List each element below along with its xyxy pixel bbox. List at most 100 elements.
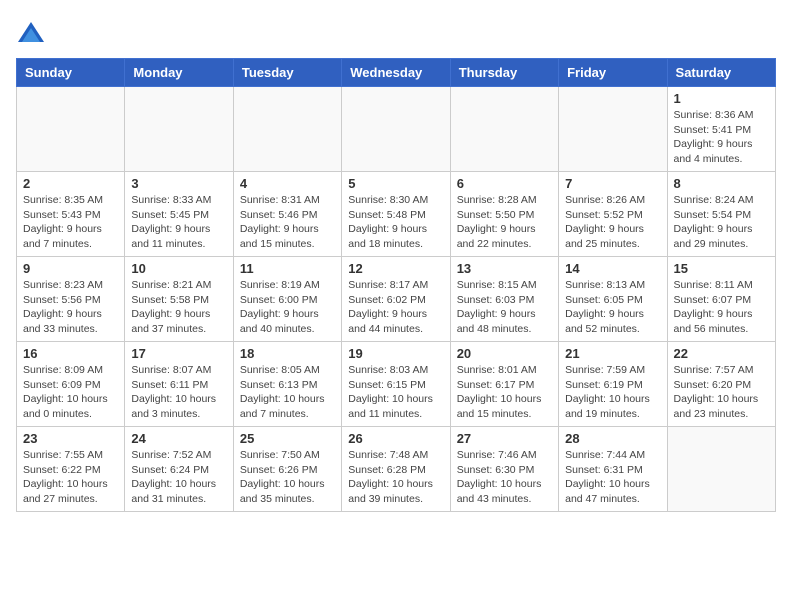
calendar-cell: 28 Sunrise: 7:44 AM Sunset: 6:31 PM Dayli…: [559, 427, 667, 512]
day-info: Sunrise: 8:21 AM Sunset: 5:58 PM Dayligh…: [131, 278, 226, 337]
logo: [16, 20, 50, 50]
weekday-header: Thursday: [450, 59, 558, 87]
day-number: 22: [674, 346, 769, 361]
day-number: 13: [457, 261, 552, 276]
calendar-cell: [233, 87, 341, 172]
calendar-header-row: SundayMondayTuesdayWednesdayThursdayFrid…: [17, 59, 776, 87]
weekday-header: Tuesday: [233, 59, 341, 87]
day-info: Sunrise: 7:59 AM Sunset: 6:19 PM Dayligh…: [565, 363, 660, 422]
day-number: 28: [565, 431, 660, 446]
calendar-cell: 4 Sunrise: 8:31 AM Sunset: 5:46 PM Daylig…: [233, 172, 341, 257]
weekday-header: Wednesday: [342, 59, 450, 87]
calendar-cell: 21 Sunrise: 7:59 AM Sunset: 6:19 PM Dayli…: [559, 342, 667, 427]
day-info: Sunrise: 7:44 AM Sunset: 6:31 PM Dayligh…: [565, 448, 660, 507]
day-info: Sunrise: 8:17 AM Sunset: 6:02 PM Dayligh…: [348, 278, 443, 337]
calendar-cell: 9 Sunrise: 8:23 AM Sunset: 5:56 PM Daylig…: [17, 257, 125, 342]
week-row: 1 Sunrise: 8:36 AM Sunset: 5:41 PM Daylig…: [17, 87, 776, 172]
day-number: 3: [131, 176, 226, 191]
calendar-cell: 19 Sunrise: 8:03 AM Sunset: 6:15 PM Dayli…: [342, 342, 450, 427]
calendar-cell: 6 Sunrise: 8:28 AM Sunset: 5:50 PM Daylig…: [450, 172, 558, 257]
weekday-header: Saturday: [667, 59, 775, 87]
calendar-cell: 22 Sunrise: 7:57 AM Sunset: 6:20 PM Dayli…: [667, 342, 775, 427]
calendar-cell: 23 Sunrise: 7:55 AM Sunset: 6:22 PM Dayli…: [17, 427, 125, 512]
calendar-cell: [559, 87, 667, 172]
day-number: 18: [240, 346, 335, 361]
day-info: Sunrise: 7:50 AM Sunset: 6:26 PM Dayligh…: [240, 448, 335, 507]
day-info: Sunrise: 7:48 AM Sunset: 6:28 PM Dayligh…: [348, 448, 443, 507]
day-number: 7: [565, 176, 660, 191]
day-info: Sunrise: 7:57 AM Sunset: 6:20 PM Dayligh…: [674, 363, 769, 422]
calendar-cell: 12 Sunrise: 8:17 AM Sunset: 6:02 PM Dayli…: [342, 257, 450, 342]
calendar-cell: 18 Sunrise: 8:05 AM Sunset: 6:13 PM Dayli…: [233, 342, 341, 427]
day-info: Sunrise: 8:23 AM Sunset: 5:56 PM Dayligh…: [23, 278, 118, 337]
day-info: Sunrise: 8:19 AM Sunset: 6:00 PM Dayligh…: [240, 278, 335, 337]
header: [16, 16, 776, 50]
calendar-cell: 16 Sunrise: 8:09 AM Sunset: 6:09 PM Dayli…: [17, 342, 125, 427]
day-info: Sunrise: 8:11 AM Sunset: 6:07 PM Dayligh…: [674, 278, 769, 337]
day-number: 24: [131, 431, 226, 446]
day-number: 11: [240, 261, 335, 276]
day-number: 20: [457, 346, 552, 361]
calendar-cell: 24 Sunrise: 7:52 AM Sunset: 6:24 PM Dayli…: [125, 427, 233, 512]
day-number: 5: [348, 176, 443, 191]
day-number: 14: [565, 261, 660, 276]
calendar-cell: 3 Sunrise: 8:33 AM Sunset: 5:45 PM Daylig…: [125, 172, 233, 257]
calendar-cell: 14 Sunrise: 8:13 AM Sunset: 6:05 PM Dayli…: [559, 257, 667, 342]
day-info: Sunrise: 8:30 AM Sunset: 5:48 PM Dayligh…: [348, 193, 443, 252]
day-info: Sunrise: 8:36 AM Sunset: 5:41 PM Dayligh…: [674, 108, 769, 167]
weekday-header: Sunday: [17, 59, 125, 87]
calendar-cell: 17Sunrise: 8:07 AM Sunset: 6:11 PM Dayli…: [125, 342, 233, 427]
day-number: 9: [23, 261, 118, 276]
calendar-cell: [450, 87, 558, 172]
day-number: 8: [674, 176, 769, 191]
calendar-cell: 13 Sunrise: 8:15 AM Sunset: 6:03 PM Dayli…: [450, 257, 558, 342]
calendar-cell: 10 Sunrise: 8:21 AM Sunset: 5:58 PM Dayli…: [125, 257, 233, 342]
day-info: Sunrise: 8:03 AM Sunset: 6:15 PM Dayligh…: [348, 363, 443, 422]
day-info: Sunrise: 8:33 AM Sunset: 5:45 PM Dayligh…: [131, 193, 226, 252]
day-info: Sunrise: 8:09 AM Sunset: 6:09 PM Dayligh…: [23, 363, 118, 422]
day-number: 23: [23, 431, 118, 446]
logo-icon: [16, 20, 46, 50]
calendar: SundayMondayTuesdayWednesdayThursdayFrid…: [16, 58, 776, 512]
day-number: 12: [348, 261, 443, 276]
day-number: 26: [348, 431, 443, 446]
day-number: 16: [23, 346, 118, 361]
week-row: 9 Sunrise: 8:23 AM Sunset: 5:56 PM Daylig…: [17, 257, 776, 342]
weekday-header: Friday: [559, 59, 667, 87]
week-row: 16 Sunrise: 8:09 AM Sunset: 6:09 PM Dayli…: [17, 342, 776, 427]
day-info: Sunrise: 8:05 AM Sunset: 6:13 PM Dayligh…: [240, 363, 335, 422]
day-number: 4: [240, 176, 335, 191]
day-info: Sunrise: 8:01 AM Sunset: 6:17 PM Dayligh…: [457, 363, 552, 422]
day-info: Sunrise: 8:26 AM Sunset: 5:52 PM Dayligh…: [565, 193, 660, 252]
day-number: 2: [23, 176, 118, 191]
calendar-cell: [17, 87, 125, 172]
day-info: Sunrise: 7:55 AM Sunset: 6:22 PM Dayligh…: [23, 448, 118, 507]
week-row: 23 Sunrise: 7:55 AM Sunset: 6:22 PM Dayli…: [17, 427, 776, 512]
day-number: 17: [131, 346, 226, 361]
calendar-cell: 20 Sunrise: 8:01 AM Sunset: 6:17 PM Dayli…: [450, 342, 558, 427]
day-number: 10: [131, 261, 226, 276]
calendar-cell: [342, 87, 450, 172]
calendar-cell: 27Sunrise: 7:46 AM Sunset: 6:30 PM Dayli…: [450, 427, 558, 512]
calendar-cell: 2Sunrise: 8:35 AM Sunset: 5:43 PM Daylig…: [17, 172, 125, 257]
day-info: Sunrise: 8:28 AM Sunset: 5:50 PM Dayligh…: [457, 193, 552, 252]
calendar-cell: 26 Sunrise: 7:48 AM Sunset: 6:28 PM Dayli…: [342, 427, 450, 512]
calendar-cell: 25Sunrise: 7:50 AM Sunset: 6:26 PM Dayli…: [233, 427, 341, 512]
calendar-cell: 8Sunrise: 8:24 AM Sunset: 5:54 PM Daylig…: [667, 172, 775, 257]
day-number: 21: [565, 346, 660, 361]
day-number: 6: [457, 176, 552, 191]
weekday-header: Monday: [125, 59, 233, 87]
day-info: Sunrise: 8:31 AM Sunset: 5:46 PM Dayligh…: [240, 193, 335, 252]
day-info: Sunrise: 7:52 AM Sunset: 6:24 PM Dayligh…: [131, 448, 226, 507]
calendar-cell: 5 Sunrise: 8:30 AM Sunset: 5:48 PM Daylig…: [342, 172, 450, 257]
day-info: Sunrise: 8:15 AM Sunset: 6:03 PM Dayligh…: [457, 278, 552, 337]
week-row: 2Sunrise: 8:35 AM Sunset: 5:43 PM Daylig…: [17, 172, 776, 257]
day-info: Sunrise: 7:46 AM Sunset: 6:30 PM Dayligh…: [457, 448, 552, 507]
day-number: 19: [348, 346, 443, 361]
calendar-cell: 7 Sunrise: 8:26 AM Sunset: 5:52 PM Daylig…: [559, 172, 667, 257]
calendar-cell: 15 Sunrise: 8:11 AM Sunset: 6:07 PM Dayli…: [667, 257, 775, 342]
day-info: Sunrise: 8:13 AM Sunset: 6:05 PM Dayligh…: [565, 278, 660, 337]
day-number: 15: [674, 261, 769, 276]
day-number: 1: [674, 91, 769, 106]
calendar-cell: 1 Sunrise: 8:36 AM Sunset: 5:41 PM Daylig…: [667, 87, 775, 172]
